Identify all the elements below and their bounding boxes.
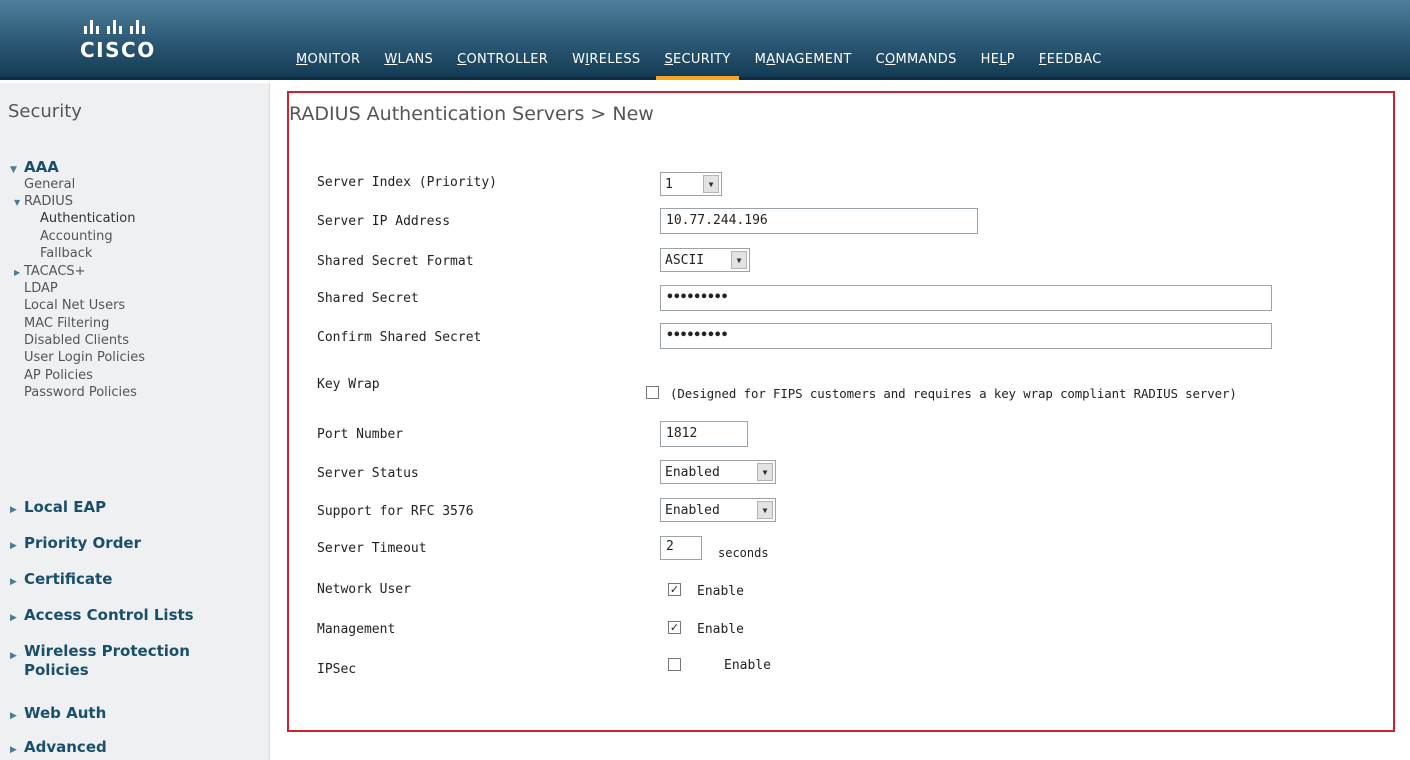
ipsec-label: IPSec xyxy=(317,662,357,677)
expand-down-icon: ▼ xyxy=(10,165,17,175)
cisco-logo-bars xyxy=(84,12,190,34)
sidebar: Security ▼ AAA General ▼ RADIUS Authentica… xyxy=(0,83,270,760)
expand-right-icon: ▶ xyxy=(10,505,17,515)
rfc-3576-label: Support for RFC 3576 xyxy=(317,504,474,519)
nav-commands[interactable]: COMMANDS xyxy=(868,46,965,80)
sidebar-item-password-policies[interactable]: Password Policies xyxy=(24,384,137,402)
cisco-logo: CISCO xyxy=(80,12,190,72)
network-user-checkbox[interactable]: ✓ xyxy=(668,583,681,596)
sidebar-item-ap-policies[interactable]: AP Policies xyxy=(24,367,93,385)
shared-secret-format-select[interactable]: ASCII ▼ xyxy=(660,248,750,272)
expand-right-icon: ▶ xyxy=(10,711,17,721)
shared-secret-format-label: Shared Secret Format xyxy=(317,254,474,269)
rfc-3576-select[interactable]: Enabled ▼ xyxy=(660,498,776,522)
nav-help[interactable]: HELP xyxy=(973,46,1023,80)
sidebar-item-fallback[interactable]: Fallback xyxy=(40,245,92,263)
expand-right-icon: ▶ xyxy=(10,577,17,587)
sidebar-section-priority-order[interactable]: ▶ Priority Order xyxy=(10,534,141,556)
confirm-shared-secret-label: Confirm Shared Secret xyxy=(317,330,482,345)
shared-secret-input[interactable]: ••••••••• xyxy=(660,285,1272,311)
nav-feedback[interactable]: FEEDBAC xyxy=(1031,46,1110,80)
expand-right-icon: ▶ xyxy=(14,268,21,277)
nav-wireless[interactable]: WIRELESS xyxy=(564,46,648,80)
sidebar-section-access-control-lists[interactable]: ▶ Access Control Lists xyxy=(10,606,194,628)
port-number-label: Port Number xyxy=(317,427,404,442)
network-user-label: Network User xyxy=(317,582,411,597)
nav-wlans[interactable]: WLANs xyxy=(376,46,441,80)
shared-secret-label: Shared Secret xyxy=(317,291,419,306)
sidebar-item-accounting[interactable]: Accounting xyxy=(40,228,113,246)
sidebar-item-disabled-clients[interactable]: Disabled Clients xyxy=(24,332,129,350)
dropdown-arrow-icon: ▼ xyxy=(757,501,773,519)
sidebar-item-local-net-users[interactable]: Local Net Users xyxy=(24,297,125,315)
management-enable-label: Enable xyxy=(697,622,744,637)
network-user-enable-label: Enable xyxy=(697,584,744,599)
cisco-wordmark: CISCO xyxy=(80,38,156,62)
server-timeout-label: Server Timeout xyxy=(317,541,427,556)
key-wrap-label: Key Wrap xyxy=(317,377,380,392)
sidebar-item-general[interactable]: General xyxy=(24,176,75,194)
dropdown-arrow-icon: ▼ xyxy=(703,175,719,193)
page-title: RADIUS Authentication Servers > New xyxy=(289,103,654,125)
expand-right-icon: ▶ xyxy=(10,651,17,661)
sidebar-section-advanced[interactable]: ▶ Advanced xyxy=(10,738,107,760)
confirm-shared-secret-input[interactable]: ••••••••• xyxy=(660,323,1272,349)
server-index-label: Server Index (Priority) xyxy=(317,175,498,190)
server-status-select[interactable]: Enabled ▼ xyxy=(660,460,776,484)
sidebar-item-ldap[interactable]: LDAP xyxy=(24,280,58,298)
sidebar-item-mac-filtering[interactable]: MAC Filtering xyxy=(24,315,109,333)
server-timeout-unit: seconds xyxy=(718,546,769,560)
sidebar-title: Security xyxy=(8,101,82,122)
nav-management[interactable]: MANAGEMENT xyxy=(747,46,860,80)
server-ip-label: Server IP Address xyxy=(317,214,451,229)
ipsec-enable-label: Enable xyxy=(724,658,771,673)
key-wrap-checkbox[interactable] xyxy=(646,386,659,399)
expand-right-icon: ▶ xyxy=(10,745,17,755)
expand-right-icon: ▶ xyxy=(10,541,17,551)
management-checkbox[interactable]: ✓ xyxy=(668,621,681,634)
nav-monitor[interactable]: MONITOR xyxy=(288,46,368,80)
nav-security[interactable]: SECURITY xyxy=(656,46,739,80)
nav-controller[interactable]: CONTROLLER xyxy=(449,46,556,80)
server-ip-input[interactable]: 10.77.244.196 xyxy=(660,208,978,234)
main-nav: MONITOR WLANs CONTROLLER WIRELESS SECURI… xyxy=(288,46,1118,80)
sidebar-section-certificate[interactable]: ▶ Certificate xyxy=(10,570,112,592)
management-label: Management xyxy=(317,622,396,637)
server-timeout-input[interactable]: 2 xyxy=(660,536,702,560)
server-status-label: Server Status xyxy=(317,466,419,481)
sidebar-section-web-auth[interactable]: ▶ Web Auth xyxy=(10,704,106,726)
expand-down-icon: ▼ xyxy=(14,198,21,207)
sidebar-section-wireless-protection-policies[interactable]: ▶ Wireless Protection Policies xyxy=(10,642,190,680)
sidebar-section-local-eap[interactable]: ▶ Local EAP xyxy=(10,498,106,520)
expand-right-icon: ▶ xyxy=(10,613,17,623)
dropdown-arrow-icon: ▼ xyxy=(757,463,773,481)
sidebar-item-authentication[interactable]: Authentication xyxy=(40,210,135,228)
dropdown-arrow-icon: ▼ xyxy=(731,251,747,269)
top-banner: CISCO MONITOR WLANs CONTROLLER WIRELESS … xyxy=(0,0,1410,80)
sidebar-item-user-login-policies[interactable]: User Login Policies xyxy=(24,349,145,367)
server-index-select[interactable]: 1 ▼ xyxy=(660,172,722,196)
ipsec-checkbox[interactable] xyxy=(668,658,681,671)
key-wrap-note: (Designed for FIPS customers and require… xyxy=(670,386,1237,401)
port-number-input[interactable]: 1812 xyxy=(660,421,748,447)
